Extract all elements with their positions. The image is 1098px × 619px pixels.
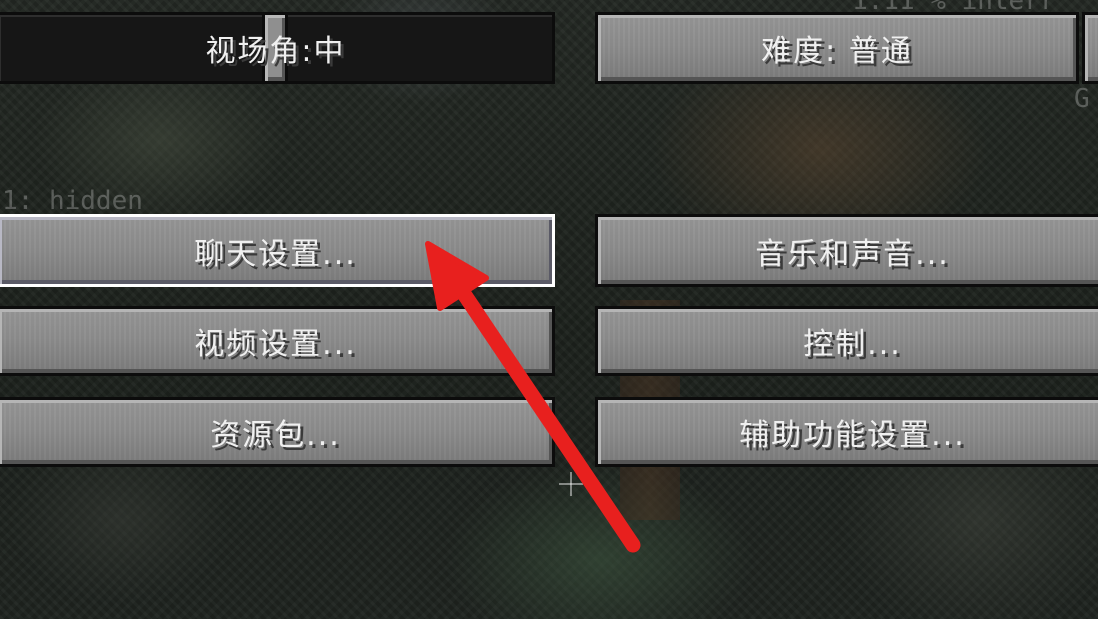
difficulty-lock-button[interactable] [1082, 12, 1098, 84]
difficulty-button[interactable]: 难度: 普通 [595, 12, 1079, 84]
accessibility-settings-button[interactable]: 辅助功能设置... [595, 397, 1098, 467]
resource-packs-button[interactable]: 资源包... [0, 397, 555, 467]
controls-label: 控制... [803, 327, 902, 362]
fov-slider[interactable]: 视场角:中 [0, 12, 555, 84]
chat-settings-label: 聊天设置... [194, 236, 357, 272]
crosshair-icon-horizontal [559, 483, 583, 485]
fov-slider-label: 视场角:中 [205, 34, 346, 69]
difficulty-button-label: 难度: 普通 [761, 34, 913, 69]
chat-settings-button[interactable]: 聊天设置... [0, 214, 555, 287]
controls-button[interactable]: 控制... [595, 306, 1098, 376]
debug-overlay-left: 1: hidden [2, 186, 143, 216]
video-settings-label: 视频设置... [194, 327, 357, 362]
video-settings-button[interactable]: 视频设置... [0, 306, 555, 376]
resource-packs-label: 资源包... [210, 418, 341, 453]
music-sound-label: 音乐和声音... [755, 236, 950, 272]
music-sound-button[interactable]: 音乐和声音... [595, 214, 1098, 287]
accessibility-settings-label: 辅助功能设置... [739, 418, 966, 453]
debug-overlay-right: G [1074, 84, 1090, 114]
